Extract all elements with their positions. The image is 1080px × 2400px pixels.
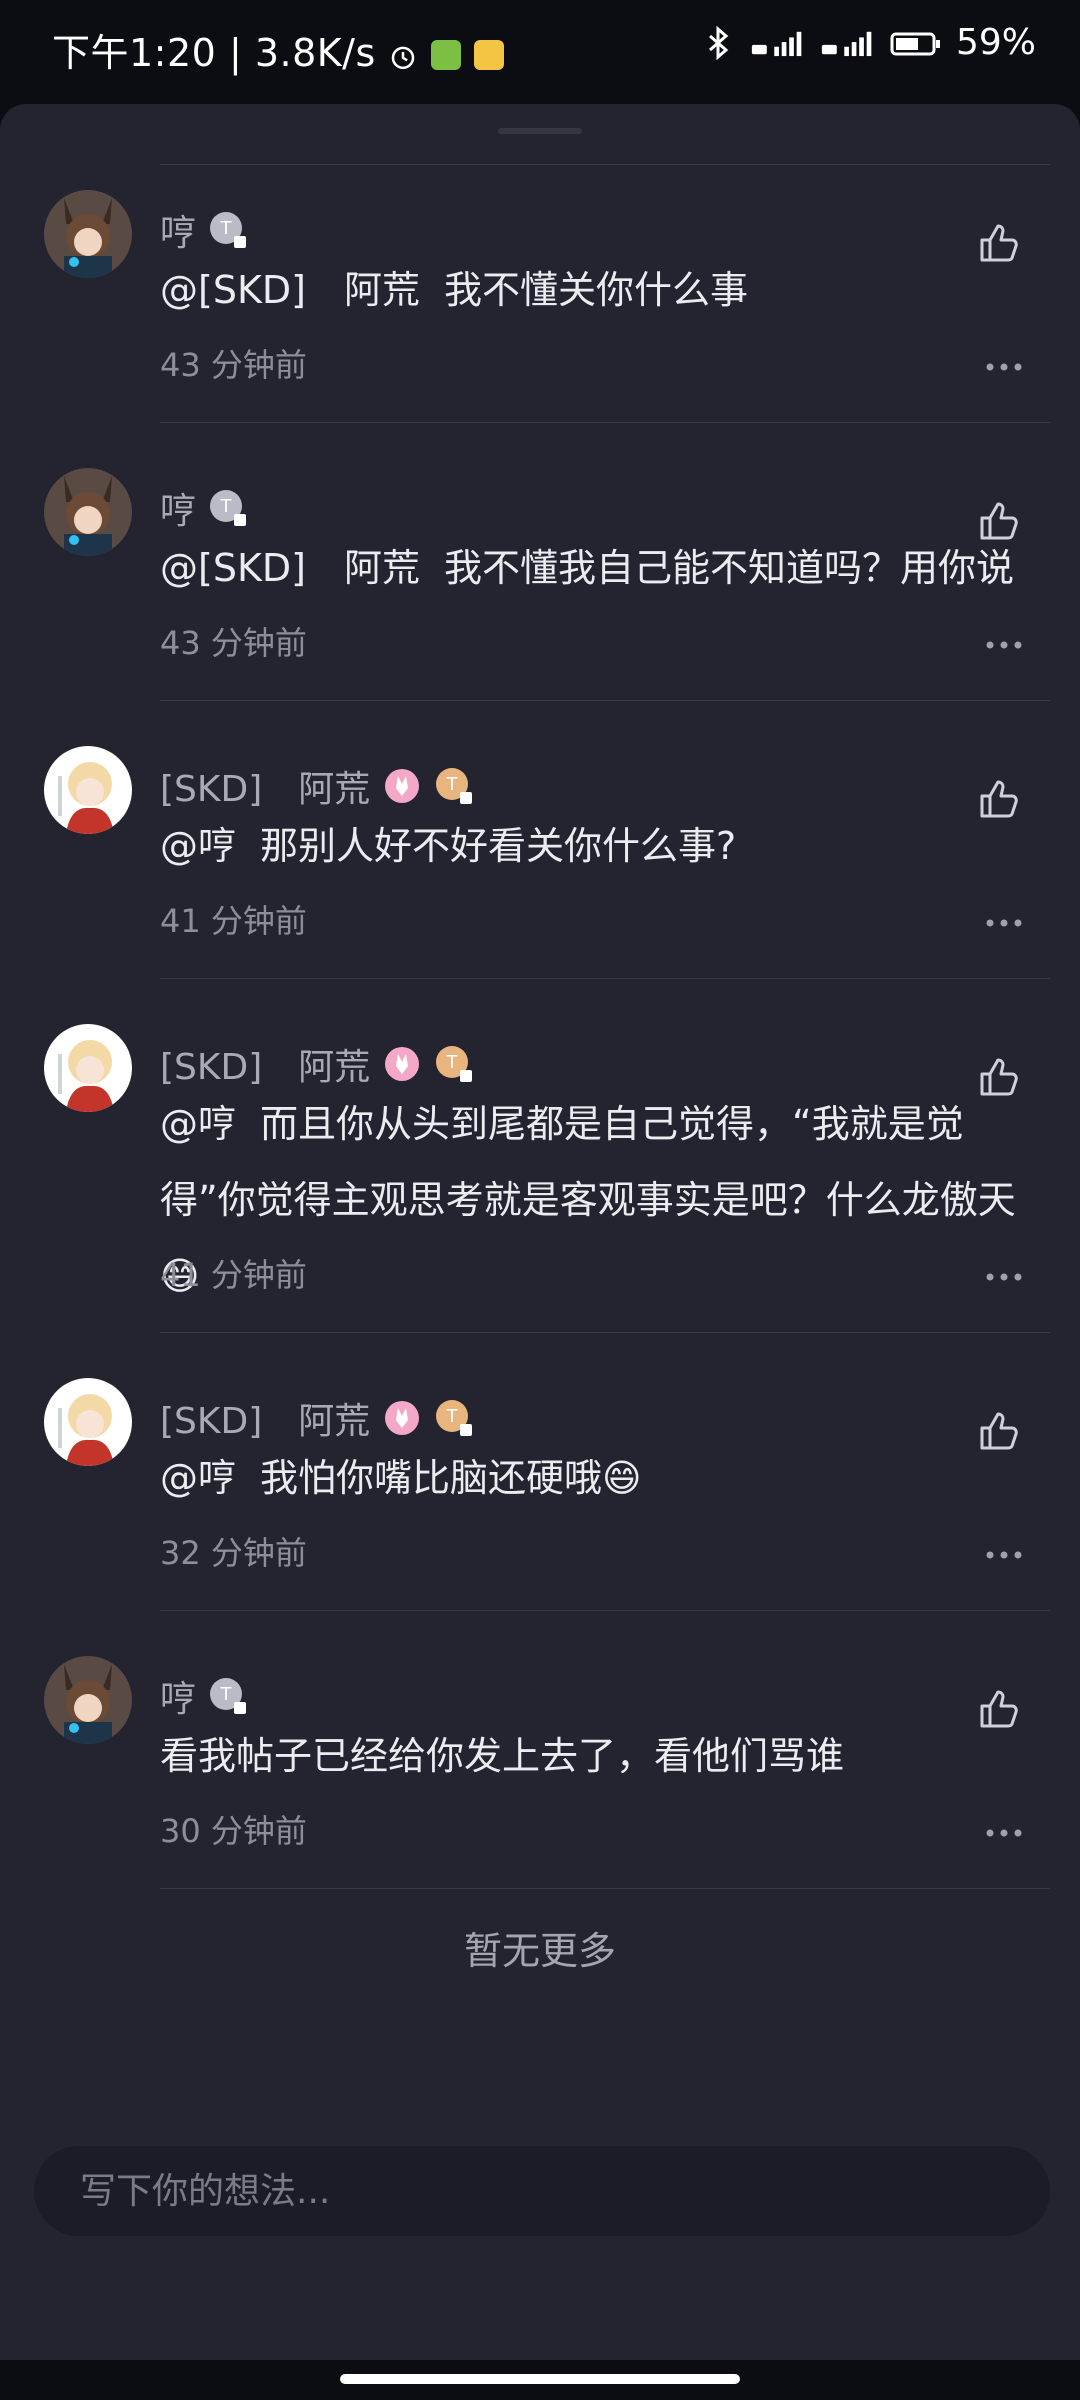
avatar[interactable] [44, 468, 132, 556]
home-indicator[interactable] [340, 2374, 740, 2384]
comment-input[interactable] [34, 2146, 1050, 2236]
comment-header: [SKD] 阿荒 T [160, 760, 474, 812]
comment-header: [SKD] 阿荒 T [160, 1038, 474, 1090]
username[interactable]: 哼 [160, 482, 196, 534]
level-badge-icon: T [210, 1678, 247, 1714]
notification-app-icon [473, 40, 504, 70]
svg-text:T: T [446, 774, 459, 795]
svg-text:T: T [446, 1406, 459, 1427]
comment-text: 我怕你嘴比脑还硬哦😄 [260, 1456, 642, 1500]
divider [160, 1332, 1050, 1333]
comment-time: 32 分钟前 [160, 1534, 307, 1572]
avatar[interactable] [44, 1378, 132, 1466]
alarm-icon [392, 46, 415, 70]
comment-text: 我不懂关你什么事 [443, 268, 748, 312]
comment-content: 看我帖子已经给你发上去了，看他们骂谁 [160, 1718, 1040, 1794]
mention-link[interactable]: @[SKD] 阿荒 [160, 268, 420, 312]
username[interactable]: 哼 [160, 1670, 196, 1722]
level-badge-icon: T [436, 1046, 473, 1082]
comment-text: 看我帖子已经给你发上去了，看他们骂谁 [160, 1734, 845, 1778]
no-more-text: 暂无更多 [463, 1929, 616, 1973]
signal-icon-2 [821, 31, 872, 56]
battery-percent: 59% [955, 22, 1036, 63]
svg-text:T: T [220, 496, 233, 517]
level-badge-icon: T [436, 768, 473, 804]
comment-time: 30 分钟前 [160, 1812, 307, 1850]
clock-text: 下午1:20 [52, 31, 217, 75]
like-icon[interactable] [974, 1684, 1022, 1732]
status-bar: 下午1:20 | 3.8K/s 59% [0, 0, 1080, 100]
net-speed: 3.8K/s [254, 31, 376, 75]
music-app-icon [430, 40, 461, 70]
signal-icon [751, 31, 802, 56]
level-badge-icon: T [436, 1400, 473, 1436]
more-options-icon[interactable] [984, 914, 1024, 927]
rabbit-badge-icon [385, 1047, 420, 1081]
divider [160, 700, 1050, 701]
svg-text:T: T [446, 1052, 459, 1073]
comment-header: 哼 T [160, 204, 248, 256]
comment-header: 哼 T [160, 1670, 248, 1722]
like-icon[interactable] [974, 496, 1022, 544]
svg-text:T: T [220, 1684, 233, 1705]
comment-time: 41 分钟前 [160, 902, 307, 940]
divider [160, 164, 1050, 165]
comment-text: 那别人好不好看关你什么事? [260, 824, 737, 868]
level-badge-icon: T [210, 212, 247, 248]
rabbit-badge-icon [385, 769, 420, 803]
comment-time: 41 分钟前 [160, 1256, 307, 1294]
more-options-icon[interactable] [984, 636, 1024, 649]
comment-input-bar [0, 2120, 1080, 2260]
comment-text: 我不懂我自己能不知道吗？用你说 [443, 546, 1014, 590]
avatar[interactable] [44, 1656, 132, 1744]
username[interactable]: [SKD] 阿荒 [160, 1038, 370, 1090]
comment-content: @[SKD] 阿荒 我不懂我自己能不知道吗？用你说 [160, 530, 1040, 606]
divider [160, 978, 1050, 979]
username[interactable]: [SKD] 阿荒 [160, 760, 370, 812]
comment-content: @哼 我怕你嘴比脑还硬哦😄 [160, 1440, 1040, 1516]
bluetooth-icon [708, 25, 729, 60]
comment-header: 哼 T [160, 482, 248, 534]
avatar[interactable] [44, 1024, 132, 1112]
more-options-icon[interactable] [984, 358, 1024, 371]
mention-link[interactable]: @哼 [160, 824, 236, 868]
mention-link[interactable]: @哼 [160, 1456, 236, 1500]
like-icon[interactable] [974, 1406, 1022, 1454]
comment-header: [SKD] 阿荒 T [160, 1392, 474, 1444]
comment-time: 43 分钟前 [160, 346, 307, 384]
username[interactable]: [SKD] 阿荒 [160, 1392, 370, 1444]
avatar[interactable] [44, 190, 132, 278]
username[interactable]: 哼 [160, 204, 196, 256]
sheet-drag-handle[interactable] [498, 128, 582, 134]
rabbit-badge-icon [385, 1401, 420, 1435]
mention-link[interactable]: @哼 [160, 1102, 236, 1146]
comment-content: @哼 那别人好不好看关你什么事? [160, 808, 1040, 884]
avatar[interactable] [44, 746, 132, 834]
battery-icon [890, 32, 940, 55]
divider [160, 1610, 1050, 1611]
like-icon[interactable] [974, 218, 1022, 266]
comment-content: @[SKD] 阿荒 我不懂关你什么事 [160, 252, 1040, 328]
mention-link[interactable]: @[SKD] 阿荒 [160, 546, 420, 590]
status-time: 下午1:20 | 3.8K/s [52, 22, 504, 77]
nav-area [0, 2360, 1080, 2400]
divider [160, 1888, 1050, 1889]
level-badge-icon: T [210, 490, 247, 526]
svg-text:T: T [220, 218, 233, 239]
divider [160, 422, 1050, 423]
like-icon[interactable] [974, 774, 1022, 822]
status-right: 59% [700, 22, 1036, 63]
more-options-icon[interactable] [984, 1268, 1024, 1281]
comment-time: 43 分钟前 [160, 624, 307, 662]
more-options-icon[interactable] [984, 1824, 1024, 1837]
like-icon[interactable] [974, 1052, 1022, 1100]
more-options-icon[interactable] [984, 1546, 1024, 1559]
